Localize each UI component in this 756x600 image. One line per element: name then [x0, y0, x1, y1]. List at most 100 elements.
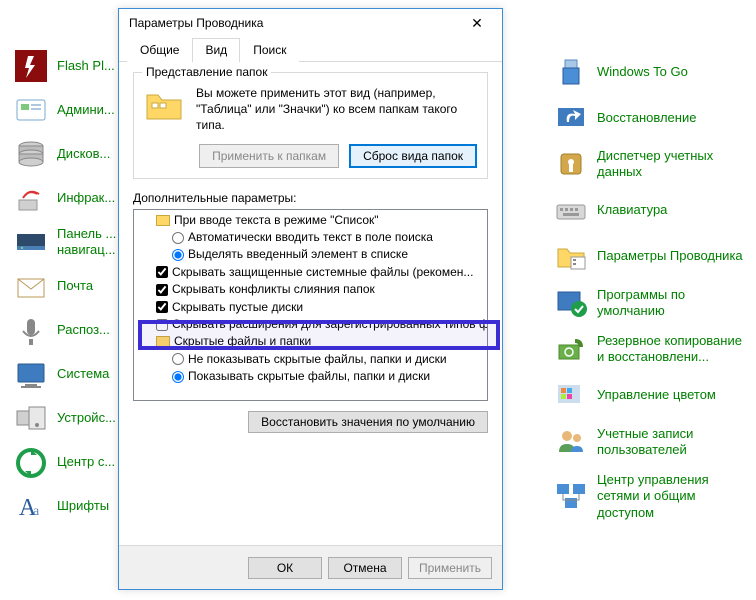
cp-label: Flash Pl...: [57, 58, 115, 74]
folder-views-text: Вы можете применить этот вид (например, …: [196, 85, 477, 134]
cp-item[interactable]: Учетные записи пользователей: [555, 426, 750, 459]
cp-label: Система: [57, 366, 109, 382]
tab-view[interactable]: Вид: [192, 38, 240, 62]
cp-label: Управление цветом: [597, 387, 716, 403]
radio[interactable]: [172, 249, 184, 261]
cp-label: навигац...: [57, 242, 116, 258]
flash-icon: [15, 50, 47, 82]
item-label: Автоматически вводить текст в поле поиск…: [188, 229, 433, 246]
tab-strip: Общие Вид Поиск: [119, 37, 502, 62]
advanced-item[interactable]: Автоматически вводить текст в поле поиск…: [134, 229, 487, 246]
folder-options-icon: [555, 241, 587, 273]
radio[interactable]: [172, 371, 184, 383]
advanced-item[interactable]: Не показывать скрытые файлы, папки и дис…: [134, 351, 487, 368]
radio[interactable]: [172, 353, 184, 365]
backup-icon: [555, 333, 587, 365]
advanced-item[interactable]: Скрытые файлы и папки: [134, 333, 487, 350]
checkbox[interactable]: [156, 266, 168, 278]
cancel-button[interactable]: Отмена: [328, 557, 402, 579]
speech-icon: [15, 315, 47, 347]
cp-item[interactable]: Центр управления сетями и общим доступом: [555, 472, 750, 521]
apply-button[interactable]: Применить: [408, 557, 492, 579]
cp-item[interactable]: Центр с...: [15, 447, 116, 479]
cp-label: Панель ...: [57, 226, 116, 242]
cp-item[interactable]: Параметры Проводника: [555, 241, 750, 273]
cp-item[interactable]: Почта: [15, 271, 116, 303]
color-icon: [555, 380, 587, 412]
advanced-item[interactable]: Скрывать пустые диски: [134, 299, 487, 316]
cp-item[interactable]: Диспетчер учетных данных: [555, 148, 750, 181]
advanced-item[interactable]: Показывать скрытые файлы, папки и диски: [134, 368, 487, 385]
item-label: Скрывать конфликты слияния папок: [172, 281, 375, 298]
folder-icon: [144, 85, 184, 125]
folder-views-group: Представление папок Вы можете применить …: [133, 72, 488, 179]
radio[interactable]: [172, 232, 184, 244]
cp-item[interactable]: Клавиатура: [555, 195, 750, 227]
dialog-title: Параметры Проводника: [129, 16, 263, 30]
cp-label: Центр с...: [57, 454, 115, 470]
checkbox[interactable]: [156, 301, 168, 313]
advanced-settings-list[interactable]: При вводе текста в режиме "Список"Автома…: [133, 209, 488, 401]
item-label: Скрывать защищенные системные файлы (рек…: [172, 264, 473, 281]
cp-item[interactable]: Управление цветом: [555, 380, 750, 412]
system-icon: [15, 359, 47, 391]
cp-item[interactable]: Система: [15, 359, 116, 391]
tab-search[interactable]: Поиск: [240, 38, 299, 62]
cp-item[interactable]: Программы по умолчанию: [555, 287, 750, 320]
mail-icon: [15, 271, 47, 303]
advanced-item[interactable]: Выделять введенный элемент в списке: [134, 246, 487, 263]
user-accounts-icon: [555, 426, 587, 458]
item-label: Скрывать расширения для зарегистрированн…: [172, 316, 488, 333]
control-panel-left-column: Flash Pl... Админи... Дисков... Инфрак..…: [15, 50, 116, 523]
cp-item[interactable]: Инфрак...: [15, 182, 116, 214]
reset-folders-button[interactable]: Сброс вида папок: [349, 144, 477, 168]
cp-label: Учетные записи пользователей: [597, 426, 750, 459]
group-title: Представление папок: [142, 65, 271, 79]
cp-item[interactable]: Устройс...: [15, 403, 116, 435]
cp-label: Диспетчер учетных данных: [597, 148, 750, 181]
cp-item[interactable]: Админи...: [15, 94, 116, 126]
titlebar[interactable]: Параметры Проводника ✕: [119, 9, 502, 37]
apply-to-folders-button[interactable]: Применить к папкам: [199, 144, 339, 168]
tab-general[interactable]: Общие: [127, 38, 192, 62]
ok-button[interactable]: ОК: [248, 557, 322, 579]
cp-label: Админи...: [57, 102, 115, 118]
advanced-item[interactable]: Скрывать конфликты слияния папок: [134, 281, 487, 298]
cp-item[interactable]: Восстановление: [555, 102, 750, 134]
advanced-item[interactable]: При вводе текста в режиме "Список": [134, 212, 487, 229]
close-button[interactable]: ✕: [458, 11, 496, 35]
cp-label: Инфрак...: [57, 190, 115, 206]
devices-icon: [15, 403, 47, 435]
cp-label: Шрифты: [57, 498, 109, 514]
cp-item[interactable]: Windows To Go: [555, 56, 750, 88]
storage-icon: [15, 138, 47, 170]
cp-label: Устройс...: [57, 410, 116, 426]
folder-icon: [156, 215, 170, 226]
item-label: Скрытые файлы и папки: [174, 333, 311, 350]
cp-item[interactable]: Панель ...навигац...: [15, 226, 116, 259]
infrared-icon: [15, 182, 47, 214]
cp-item[interactable]: Распоз...: [15, 315, 116, 347]
advanced-item[interactable]: Скрывать защищенные системные файлы (рек…: [134, 264, 487, 281]
recovery-icon: [555, 102, 587, 134]
control-panel-right-column: Windows To Go Восстановление Диспетчер у…: [555, 56, 750, 521]
checkbox[interactable]: [156, 319, 168, 331]
cp-item[interactable]: Flash Pl...: [15, 50, 116, 82]
cp-label: Распоз...: [57, 322, 110, 338]
dialog-content: Представление папок Вы можете применить …: [119, 62, 502, 443]
cp-label: Дисков...: [57, 146, 110, 162]
cp-item[interactable]: Дисков...: [15, 138, 116, 170]
restore-defaults-button[interactable]: Восстановить значения по умолчанию: [248, 411, 488, 433]
cp-item[interactable]: Резервное копирование и восстановлени...: [555, 333, 750, 366]
cp-item[interactable]: AaШрифты: [15, 491, 116, 523]
sync-icon: [15, 447, 47, 479]
network-icon: [555, 480, 587, 512]
item-label: Скрывать пустые диски: [172, 299, 303, 316]
advanced-item[interactable]: Скрывать расширения для зарегистрированн…: [134, 316, 487, 333]
svg-text:a: a: [33, 504, 40, 519]
item-label: Не показывать скрытые файлы, папки и дис…: [188, 351, 447, 368]
checkbox[interactable]: [156, 284, 168, 296]
default-programs-icon: [555, 287, 587, 319]
taskbar-icon: [15, 226, 47, 258]
cp-label: Центр управления сетями и общим доступом: [597, 472, 750, 521]
